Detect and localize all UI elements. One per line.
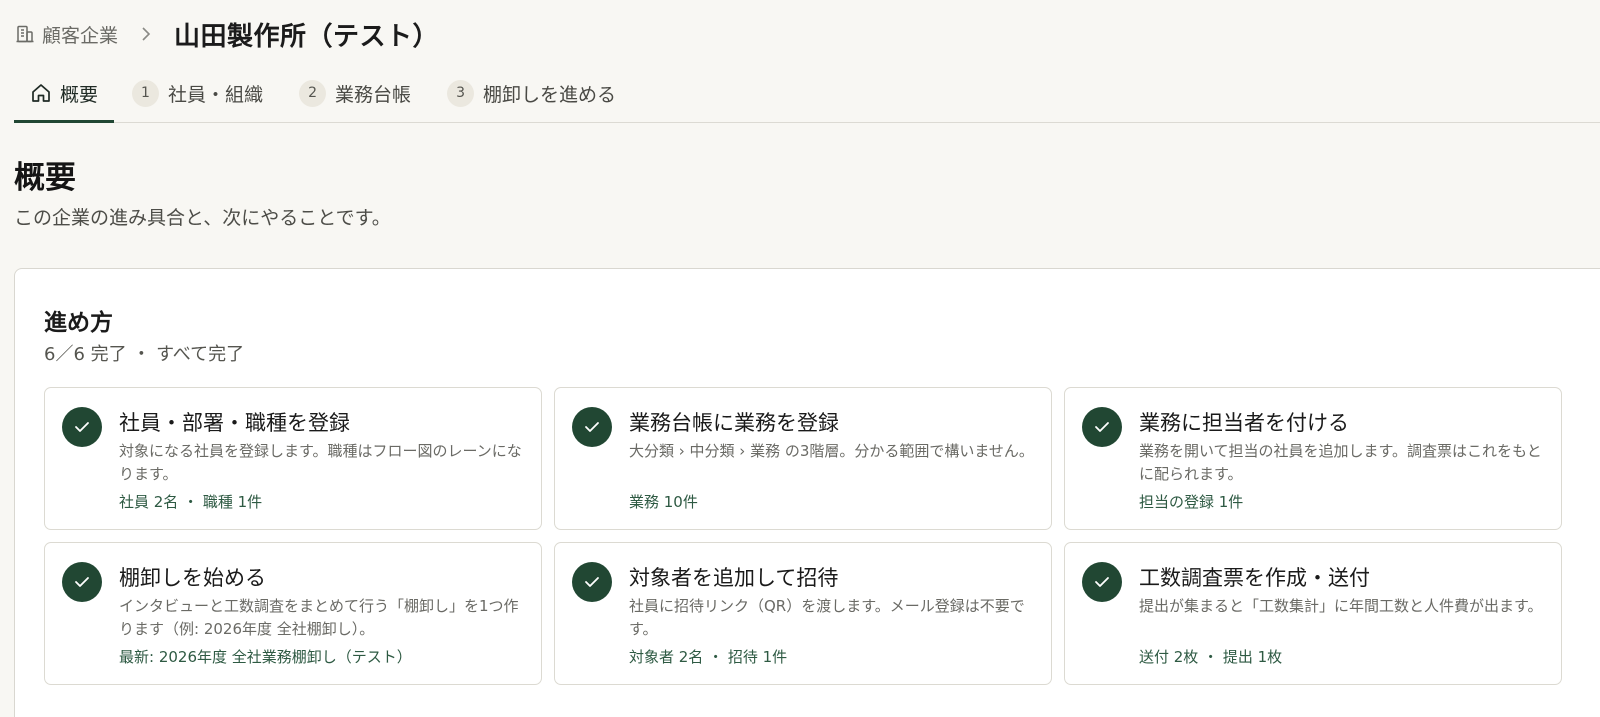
chevron-right-icon	[140, 26, 152, 42]
step-title: 社員・部署・職種を登録	[119, 411, 350, 435]
check-icon	[62, 562, 102, 602]
step-description: 大分類 › 中分類 › 業務 の3階層。分かる範囲で構いません。	[629, 442, 1034, 460]
tab-bar: 概要 1 社員・組織 2 業務台帳 3 棚卸しを進める	[14, 70, 1600, 123]
check-icon	[62, 407, 102, 447]
tab-employees-organization-label: 社員・組織	[168, 83, 264, 106]
tab-employees-organization[interactable]: 1 社員・組織	[114, 70, 281, 116]
step-title: 棚卸しを始める	[119, 566, 266, 590]
step-meta: 担当の登録 1件	[1139, 493, 1244, 511]
check-icon	[1082, 407, 1122, 447]
check-icon	[572, 562, 612, 602]
tab-business-ledger-label: 業務台帳	[335, 83, 412, 106]
step-meta: 送付 2枚 ・ 提出 1枚	[1139, 648, 1283, 666]
progress-summary: 6／6 完了 ・ すべて完了	[44, 344, 245, 365]
progress-panel-title: 進め方	[44, 310, 113, 336]
customer-overview-page: 顧客企業 山田製作所（テスト） 概要 1 社員・組織 2 業務台帳 3 棚卸しを…	[0, 0, 1600, 717]
company-title: 山田製作所（テスト）	[174, 21, 440, 52]
check-icon	[572, 407, 612, 447]
step-description: インタビューと工数調査をまとめて行う「棚卸し」を1つ作ります（例: 2026年度…	[119, 597, 519, 638]
tab-overview[interactable]: 概要	[14, 70, 115, 123]
breadcrumb-customers-label: 顧客企業	[42, 24, 119, 47]
tab-inventory-progress-label: 棚卸しを進める	[483, 83, 617, 106]
step-number-badge: 1	[132, 79, 160, 107]
step-card-register-employees[interactable]: 社員・部署・職種を登録 対象になる社員を登録します。職種はフロー図のレーンになり…	[44, 387, 542, 530]
step-card-invite-participants[interactable]: 対象者を追加して招待 社員に招待リンク（QR）を渡します。メール登録は不要です。…	[554, 542, 1052, 685]
page-subtitle: この企業の進み具合と、次にやることです。	[14, 207, 391, 229]
step-meta: 業務 10件	[629, 493, 698, 511]
step-title: 対象者を追加して招待	[629, 566, 839, 590]
step-meta: 対象者 2名 ・ 招待 1件	[629, 648, 788, 666]
step-title: 業務台帳に業務を登録	[629, 411, 839, 435]
home-icon	[30, 82, 52, 104]
step-meta: 社員 2名 ・ 職種 1件	[119, 493, 263, 511]
step-number-badge: 3	[447, 79, 475, 107]
tab-business-ledger[interactable]: 2 業務台帳	[281, 70, 429, 116]
step-description: 社員に招待リンク（QR）を渡します。メール登録は不要です。	[629, 597, 1025, 638]
building-icon	[14, 23, 36, 45]
step-title: 工数調査票を作成・送付	[1139, 566, 1370, 590]
page-title: 概要	[14, 160, 76, 196]
tab-inventory-progress[interactable]: 3 棚卸しを進める	[429, 70, 634, 116]
step-card-assign-owners[interactable]: 業務に担当者を付ける 業務を開いて担当の社員を追加します。調査票はこれをもとに配…	[1064, 387, 1562, 530]
step-card-send-survey[interactable]: 工数調査票を作成・送付 提出が集まると「工数集計」に年間工数と人件費が出ます。 …	[1064, 542, 1562, 685]
step-number-badge: 2	[299, 79, 327, 107]
step-description: 対象になる社員を登録します。職種はフロー図のレーンになります。	[119, 442, 522, 483]
breadcrumb: 顧客企業 山田製作所（テスト）	[14, 14, 439, 54]
step-description: 提出が集まると「工数集計」に年間工数と人件費が出ます。	[1139, 597, 1543, 615]
progress-panel: 進め方 6／6 完了 ・ すべて完了 社員・部署・職種を登録 対象になる社員を登…	[14, 268, 1600, 717]
step-card-register-business[interactable]: 業務台帳に業務を登録 大分類 › 中分類 › 業務 の3階層。分かる範囲で構いま…	[554, 387, 1052, 530]
tab-overview-label: 概要	[60, 83, 99, 106]
check-icon	[1082, 562, 1122, 602]
step-description: 業務を開いて担当の社員を追加します。調査票はこれをもとに配られます。	[1139, 442, 1542, 483]
step-card-start-inventory[interactable]: 棚卸しを始める インタビューと工数調査をまとめて行う「棚卸し」を1つ作ります（例…	[44, 542, 542, 685]
step-title: 業務に担当者を付ける	[1139, 411, 1349, 435]
step-meta: 最新: 2026年度 全社業務棚卸し（テスト）	[119, 648, 412, 666]
breadcrumb-customers-link[interactable]: 顧客企業	[14, 21, 118, 48]
